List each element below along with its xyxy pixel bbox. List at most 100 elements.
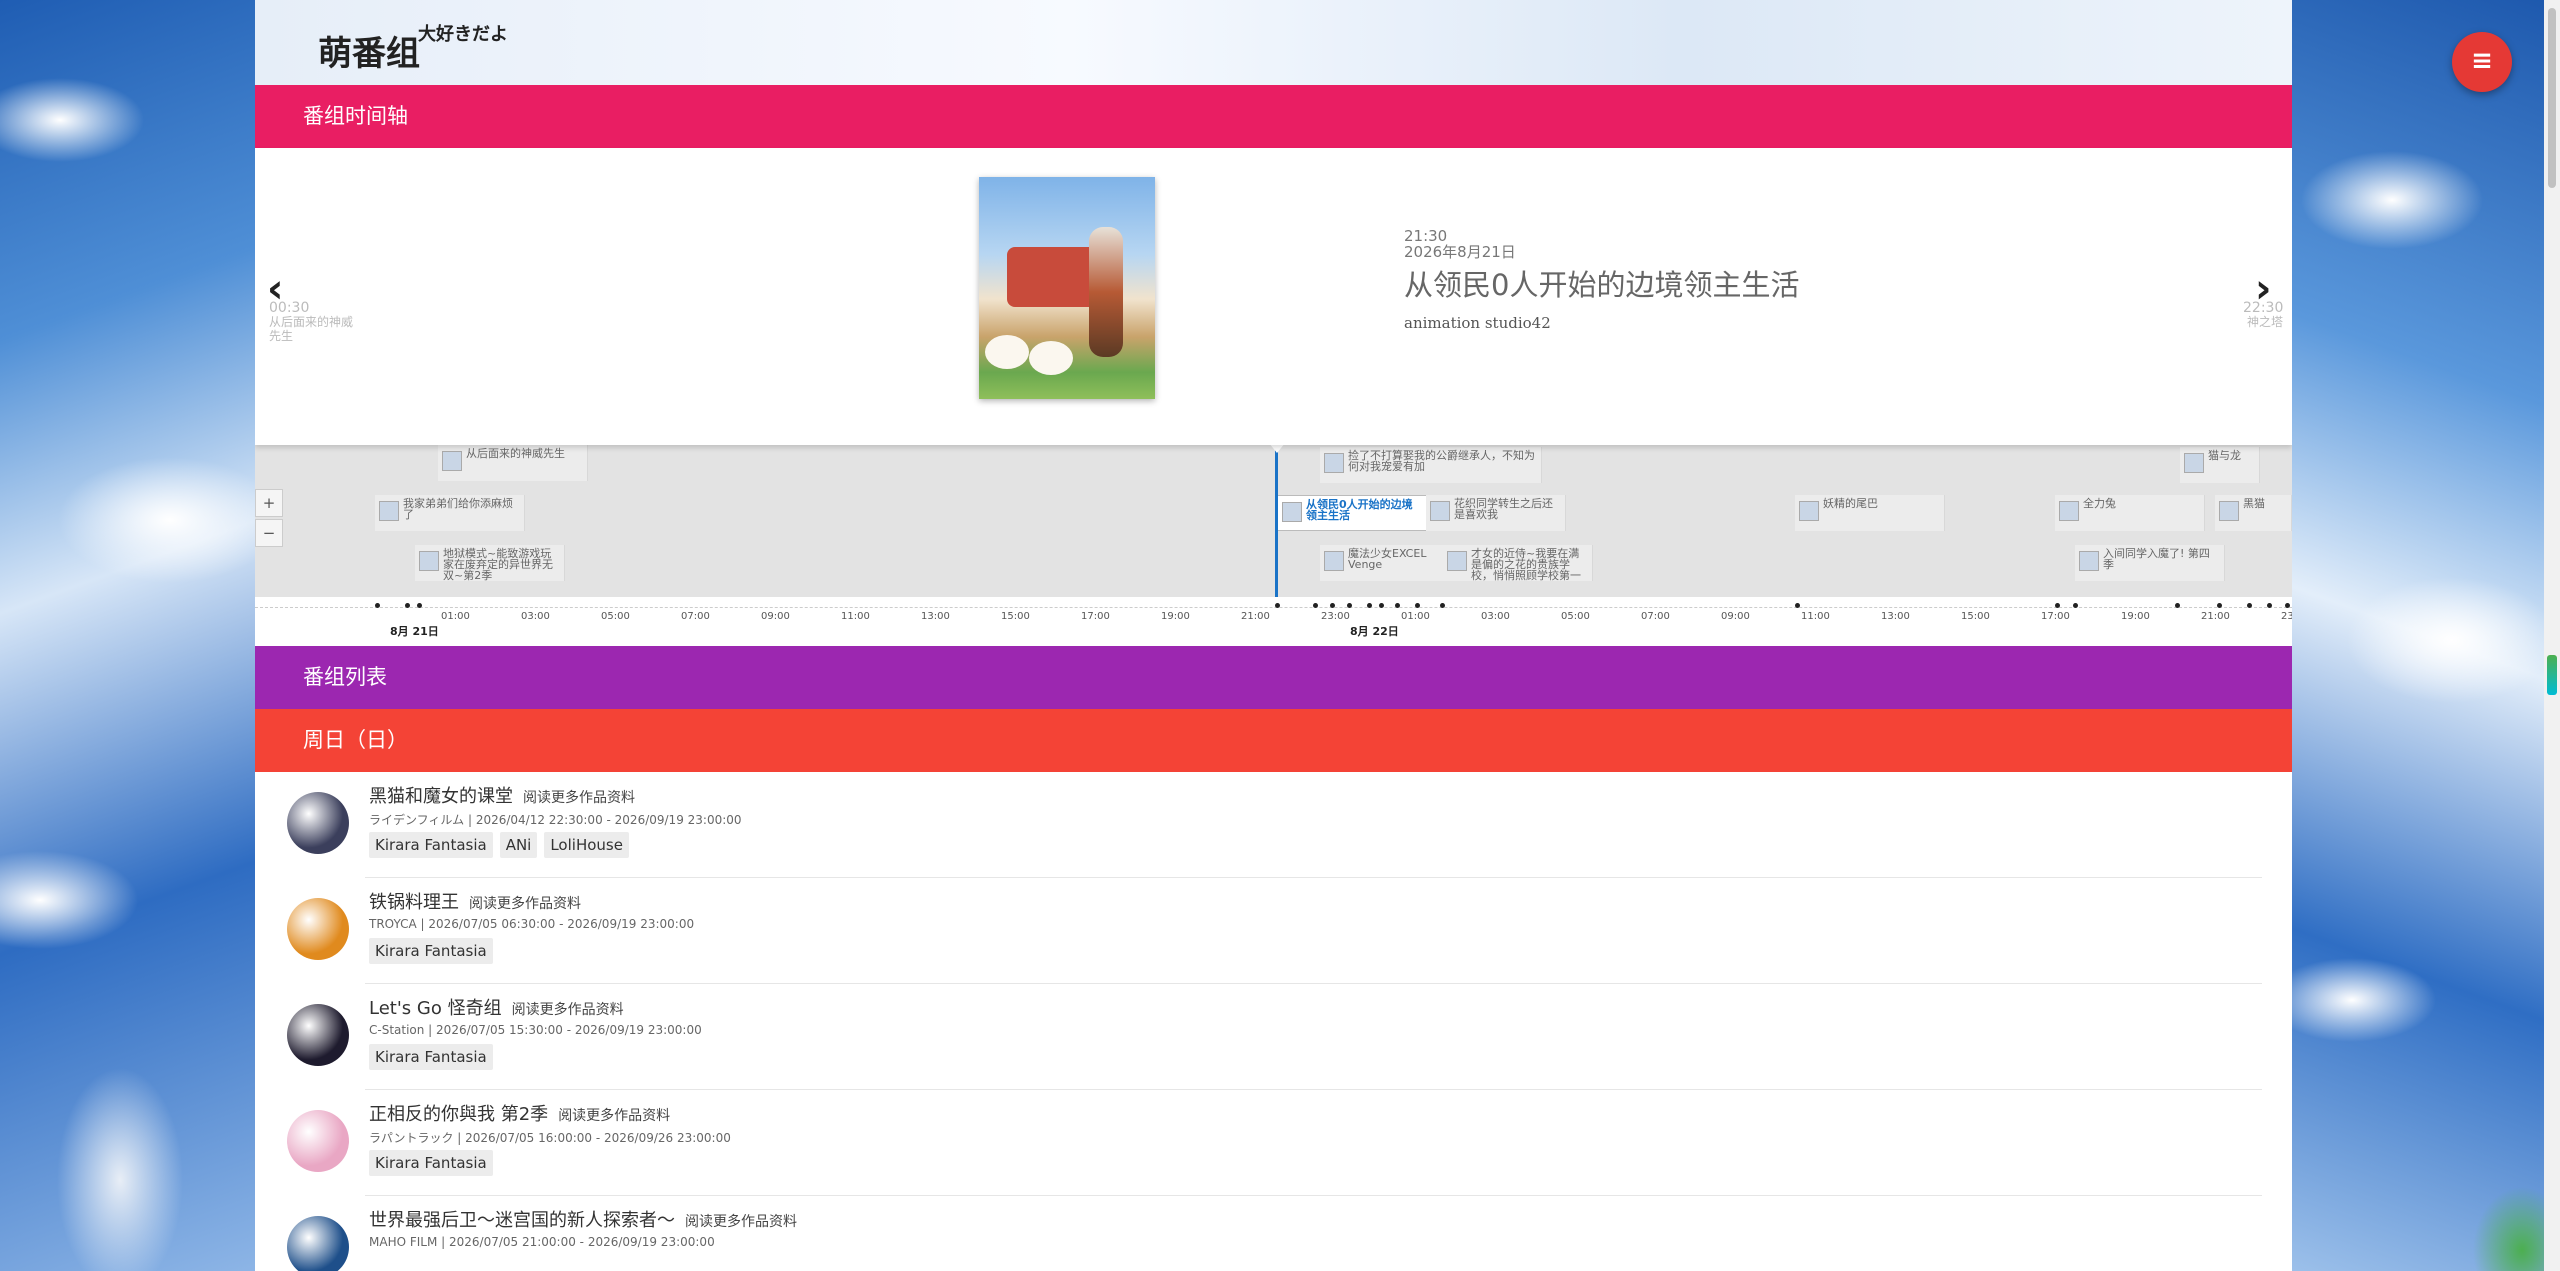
event-thumbnail — [1430, 501, 1450, 521]
timeline-event[interactable]: 才女的近侍~我要在满是偏的之花的贵族学校，悄悄照顾学校第一 — [1443, 545, 1593, 581]
axis-tick-label: 05:00 — [601, 611, 630, 622]
list-item[interactable]: 铁锅料理王 阅读更多作品资料 TROYCA | 2026/07/05 06:30:… — [255, 878, 2292, 984]
axis-event-dot — [1395, 603, 1400, 608]
event-title: 捡了不打算娶我的公爵继承人，不知为何对我宠爱有加 — [1348, 449, 1535, 473]
zoom-out-icon[interactable]: − — [255, 519, 283, 547]
timeline-axis[interactable]: 01:00 03:00 05:00 07:00 09:00 11:00 13:00 15:00… — [255, 597, 2292, 646]
event-thumbnail — [2184, 453, 2204, 473]
axis-event-dot — [1275, 603, 1280, 608]
avatar[interactable] — [287, 792, 349, 854]
fansub-tag[interactable]: Kirara Fantasia — [369, 1150, 493, 1176]
timeline-event[interactable]: 我家弟弟们给你添麻烦了 — [375, 495, 525, 531]
scrollbar-thumb[interactable] — [2548, 8, 2556, 188]
item-title[interactable]: 正相反的你與我 第2季 — [369, 1104, 548, 1125]
timeline-track[interactable]: + − 从后面来的神威先生 我家弟弟们给你添麻烦了 地狱模式~能致游戏玩家在废弃… — [255, 443, 2292, 646]
read-more-link[interactable]: 阅读更多作品资料 — [523, 790, 635, 806]
item-name-row: 黑猫和魔女的课堂 阅读更多作品资料 — [369, 782, 635, 808]
axis-tick-label: 07:00 — [681, 611, 710, 622]
axis-event-dots — [255, 603, 2292, 608]
timeline-section-bar: 番组时间轴 — [255, 85, 2292, 148]
next-time: 22:30 — [2243, 300, 2284, 316]
timeline-event[interactable]: 从后面来的神威先生 — [438, 445, 588, 481]
axis-tick-label: 09:00 — [1721, 611, 1750, 622]
item-title[interactable]: 黑猫和魔女的课堂 — [369, 786, 513, 807]
item-title[interactable]: 铁锅料理王 — [369, 892, 459, 913]
read-more-link[interactable]: 阅读更多作品资料 — [512, 1002, 624, 1018]
timeline-event[interactable]: 猫与龙 — [2180, 447, 2260, 483]
cover-art-sheep — [985, 335, 1029, 369]
next-info[interactable]: 22:30 神之塔 — [2243, 301, 2283, 329]
fansub-tag[interactable]: ANi — [499, 832, 538, 858]
event-thumbnail — [2059, 501, 2079, 521]
timeline-event[interactable]: 妖精的尾巴 — [1795, 495, 1945, 531]
cover-art-cart — [1007, 247, 1097, 307]
item-name-row: 正相反的你與我 第2季 阅读更多作品资料 — [369, 1100, 670, 1126]
event-thumbnail — [2079, 551, 2099, 571]
cover-art-character — [1089, 227, 1123, 357]
read-more-link[interactable]: 阅读更多作品资料 — [685, 1214, 797, 1230]
fansub-tag[interactable]: LoliHouse — [544, 832, 629, 858]
avatar[interactable] — [287, 898, 349, 960]
timeline-event[interactable]: 魔法少女EXCEL Venge — [1320, 545, 1460, 581]
axis-event-dot — [1440, 603, 1445, 608]
axis-tick-label: 13:00 — [1881, 611, 1910, 622]
fansub-tag[interactable]: Kirara Fantasia — [369, 832, 493, 858]
list-item[interactable]: 正相反的你與我 第2季 阅读更多作品资料 ラパントラック | 2026/07/05… — [255, 1090, 2292, 1196]
zoom-in-icon[interactable]: + — [255, 489, 283, 517]
event-title: 花织同学转生之后还是喜欢我 — [1454, 497, 1553, 521]
fansub-tag[interactable]: Kirara Fantasia — [369, 1044, 493, 1070]
axis-tick-label: 11:00 — [1801, 611, 1830, 622]
axis-tick-label: 03:00 — [1481, 611, 1510, 622]
event-thumbnail — [2219, 501, 2239, 521]
axis-tick-label: 01:00 — [1401, 611, 1430, 622]
axis-event-dot — [1347, 603, 1352, 608]
background-left — [0, 0, 255, 1271]
site-logo-sup: 大好きだよ — [418, 24, 508, 45]
axis-tick-label: 11:00 — [841, 611, 870, 622]
prev-time: 00:30 — [269, 300, 310, 316]
timeline-event[interactable]: 地狱模式~能致游戏玩家在废弃定的异世界无双~第2季 — [415, 545, 565, 581]
avatar[interactable] — [287, 1110, 349, 1172]
scrollbar-marker — [2547, 655, 2557, 695]
featured-time: 21:30 — [1404, 227, 1448, 245]
avatar[interactable] — [287, 1004, 349, 1066]
page-scrollbar[interactable] — [2544, 0, 2560, 1271]
item-title[interactable]: 世界最强后卫～迷宫国的新人探索者～ — [369, 1210, 675, 1231]
list-section-bar: 番组列表 — [255, 646, 2292, 709]
featured-stage: ‹ 00:30 从后面来的神威先生 21:30 2026年8月21日 从领民0人… — [255, 148, 2292, 445]
timeline-event[interactable]: 花织同学转生之后还是喜欢我 — [1426, 495, 1566, 531]
axis-event-dot — [2247, 603, 2252, 608]
read-more-link[interactable]: 阅读更多作品资料 — [558, 1108, 670, 1124]
item-meta: ライデンフィルム | 2026/04/12 22:30:00 - 2026/09… — [369, 813, 742, 827]
avatar[interactable] — [287, 1216, 349, 1271]
featured-cover-image[interactable] — [979, 177, 1155, 399]
axis-event-dot — [417, 603, 422, 608]
event-title: 地狱模式~能致游戏玩家在废弃定的异世界无双~第2季 — [443, 547, 553, 581]
item-title[interactable]: Let's Go 怪奇组 — [369, 998, 502, 1019]
menu-icon[interactable]: ≡ — [2452, 32, 2512, 92]
item-meta: TROYCA | 2026/07/05 06:30:00 - 2026/09/1… — [369, 917, 695, 931]
list-item[interactable]: 世界最强后卫～迷宫国的新人探索者～ 阅读更多作品资料 MAHO FILM | 20… — [255, 1196, 2292, 1271]
site-logo[interactable]: 萌番组 — [318, 26, 420, 75]
background-right — [2292, 0, 2560, 1271]
axis-dashed-line — [255, 607, 2292, 608]
timeline-event[interactable]: 黑猫 — [2215, 495, 2292, 531]
featured-title[interactable]: 从领民0人开始的边境领主生活 — [1404, 262, 1799, 304]
event-title: 全力兔 — [2083, 497, 2116, 510]
timeline-event[interactable]: 捡了不打算娶我的公爵继承人，不知为何对我宠爱有加 — [1320, 447, 1542, 483]
read-more-link[interactable]: 阅读更多作品资料 — [469, 896, 581, 912]
timeline-event[interactable]: 全力兔 — [2055, 495, 2205, 531]
item-tags: Kirara Fantasia — [369, 938, 500, 964]
timeline-event-active[interactable]: 从领民0人开始的边境领主生活 — [1277, 495, 1427, 531]
list-item[interactable]: Let's Go 怪奇组 阅读更多作品资料 C-Station | 2026/07… — [255, 984, 2292, 1090]
list-item[interactable]: 黑猫和魔女的课堂 阅读更多作品资料 ライデンフィルム | 2026/04/12 2… — [255, 772, 2292, 878]
item-tags: Kirara Fantasia — [369, 1150, 500, 1176]
prev-info[interactable]: 00:30 从后面来的神威先生 — [269, 301, 359, 343]
event-title: 我家弟弟们给你添麻烦了 — [403, 497, 513, 521]
axis-tick-label: 23 — [2281, 611, 2292, 622]
axis-tick-label: 15:00 — [1961, 611, 1990, 622]
fansub-tag[interactable]: Kirara Fantasia — [369, 938, 493, 964]
timeline-event[interactable]: 入间同学入魔了! 第四季 — [2075, 545, 2225, 581]
cover-art-sheep — [1029, 341, 1073, 375]
axis-tick-label: 07:00 — [1641, 611, 1670, 622]
